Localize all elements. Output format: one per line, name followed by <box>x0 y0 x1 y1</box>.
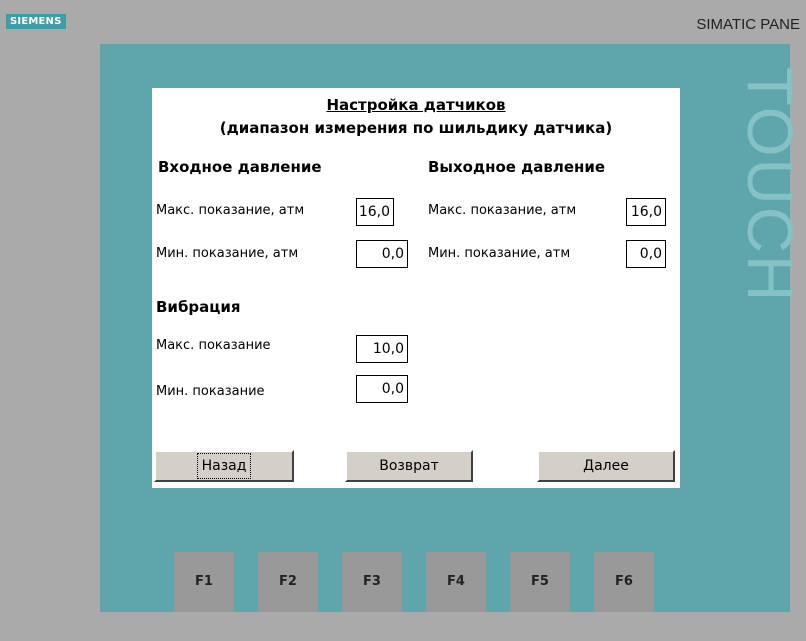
f1-key[interactable]: F1 <box>174 552 234 612</box>
touch-label: TOUCH <box>734 40 806 330</box>
next-button[interactable]: Далее <box>537 450 675 482</box>
inlet-min-label: Мин. показание, атм <box>156 246 299 261</box>
outlet-min-label: Мин. показание, атм <box>428 246 571 261</box>
outlet-max-label: Макс. показание, атм <box>428 203 577 218</box>
vibration-min-label: Мин. показание <box>156 384 265 399</box>
f6-key[interactable]: F6 <box>594 552 654 612</box>
f4-key[interactable]: F4 <box>426 552 486 612</box>
f2-key[interactable]: F2 <box>258 552 318 612</box>
hmi-screen: Настройка датчиков (диапазон измерения п… <box>152 88 680 488</box>
inlet-min-field[interactable]: 0,0 <box>356 240 408 268</box>
inlet-pressure-heading: Входное давление <box>158 158 322 176</box>
vibration-max-field[interactable]: 10,0 <box>356 335 408 363</box>
page-subtitle: (диапазон измерения по шильдику датчика) <box>219 119 613 137</box>
inlet-max-label: Макс. показание, атм <box>156 203 305 218</box>
inlet-max-field[interactable]: 16,0 <box>356 198 394 226</box>
outlet-pressure-heading: Выходное давление <box>428 158 606 176</box>
return-button-label: Возврат <box>379 458 439 474</box>
f3-key[interactable]: F3 <box>342 552 402 612</box>
touch-text: TOUCH <box>734 66 806 304</box>
vibration-heading: Вибрация <box>156 298 241 316</box>
function-key-row: F1 F2 F3 F4 F5 F6 <box>174 552 674 612</box>
return-button[interactable]: Возврат <box>345 450 473 482</box>
next-button-label: Далее <box>583 458 629 474</box>
outlet-min-field[interactable]: 0,0 <box>626 240 666 268</box>
page-title: Настройка датчиков <box>326 96 506 114</box>
model-label: SIMATIC PANE <box>696 16 800 33</box>
vibration-max-label: Макс. показание <box>156 338 271 353</box>
outlet-max-field[interactable]: 16,0 <box>626 198 666 226</box>
vibration-min-field[interactable]: 0,0 <box>356 375 408 403</box>
brand-logo: SIEMENS <box>6 14 66 29</box>
back-button[interactable]: Назад <box>154 450 294 482</box>
f5-key[interactable]: F5 <box>510 552 570 612</box>
back-button-label: Назад <box>196 453 252 479</box>
